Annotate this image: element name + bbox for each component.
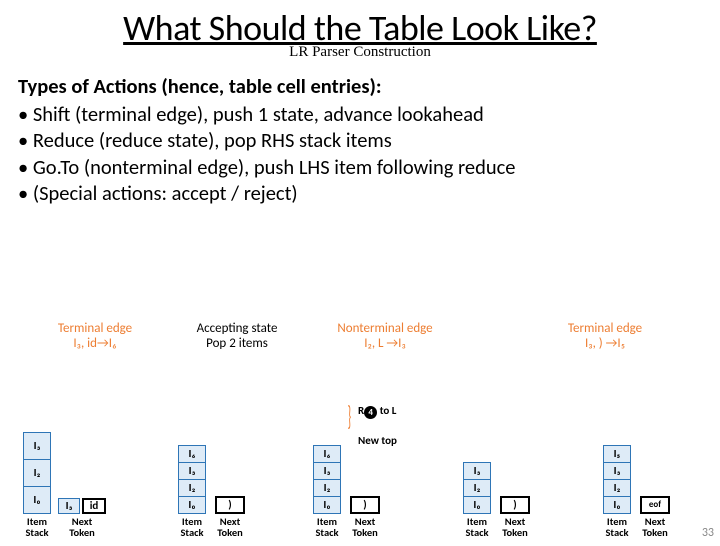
lead-text: Types of Actions (hence, table cell entr… [18, 73, 702, 99]
diagram-area: Terminal edge I₃, id→I₆ Accepting state … [0, 316, 720, 546]
stack-cell: I₀ [463, 496, 491, 514]
stack-cell: I₀ [603, 496, 631, 514]
label-line: I₃, ) →I₅ [540, 337, 670, 352]
next-label: NextToken [638, 516, 672, 538]
label-line: Accepting state [172, 322, 302, 337]
col3-label: Nonterminal edge I₂, L →I₃ [320, 322, 450, 352]
stack-cell: I₆ [313, 445, 341, 463]
item-stack: I₀ I₂ I₃ [20, 433, 54, 514]
stack-label: ItemStack [600, 516, 634, 538]
next-token: eof [640, 496, 670, 514]
bullet-item: Shift (terminal edge), push 1 state, adv… [18, 101, 702, 127]
newtop-annotation: New top [358, 434, 397, 447]
item-stack: I₀ I₂ I₃ [460, 463, 494, 514]
stack-cell: I₂ [178, 479, 206, 497]
stack-cell: I₀ [23, 486, 51, 514]
stack-cell: I₃ [603, 462, 631, 480]
stack-cell: I₂ [603, 479, 631, 497]
stack-col-4: I₀ I₂ I₃ ItemStack ) NextToken [460, 463, 532, 538]
side-token: id [82, 498, 106, 514]
col4-label: Terminal edge I₃, ) →I₅ [540, 322, 670, 352]
item-stack: I₀ I₂ I₃ I₆ [310, 446, 344, 514]
stack-label: ItemStack [20, 516, 54, 538]
stack-col-1: I₀ I₂ I₃ ItemStack I₃ id NextToken [20, 433, 106, 538]
stack-cell: I₃ [313, 462, 341, 480]
stack-cell: I₂ [23, 459, 51, 487]
col1-label: Terminal edge I₃, id→I₆ [30, 322, 160, 352]
next-token: ) [500, 496, 530, 514]
page-number: 33 [702, 526, 714, 540]
stack-label: ItemStack [460, 516, 494, 538]
next-label: NextToken [498, 516, 532, 538]
stack-cell: I₂ [313, 479, 341, 497]
stack-cell: I₀ [178, 496, 206, 514]
next-label: NextToken [348, 516, 382, 538]
content-block: Types of Actions (hence, table cell entr… [0, 61, 720, 206]
stack-cell: I₃ [23, 432, 51, 460]
stack-col-2: I₀ I₂ I₃ I₆ ItemStack ) NextToken [175, 446, 247, 538]
slide-subtitle: LR Parser Construction [0, 44, 720, 61]
next-token: ) [350, 496, 380, 514]
bullet-item: Go.To (nonterminal edge), push LHS item … [18, 154, 702, 180]
stack-label: ItemStack [175, 516, 209, 538]
label-line: I₃, id→I₆ [30, 337, 160, 352]
stack-cell: I₆ [178, 445, 206, 463]
stack-cell: I₀ [313, 496, 341, 514]
label-line: Nonterminal edge [320, 322, 450, 337]
label-line: Terminal edge [30, 322, 160, 337]
bullet-item: (Special actions: accept / reject) [18, 180, 702, 206]
label-line: Terminal edge [540, 322, 670, 337]
next-token: ) [215, 496, 245, 514]
label-line: I₂, L →I₃ [320, 337, 450, 352]
next-label: NextToken [65, 516, 99, 538]
stack-cell: I₃ [463, 462, 491, 480]
annot-text: to L [377, 404, 396, 417]
stack-cell: I₃ [178, 462, 206, 480]
item-stack: I₀ I₂ I₃ I₆ [175, 446, 209, 514]
side-cell: I₃ [58, 498, 80, 514]
stack-col-5: I₀ I₂ I₃ I₅ ItemStack eof NextToken [600, 446, 672, 538]
brace-icon: } [348, 398, 352, 433]
rule-number-icon: 4 [364, 406, 377, 419]
label-line: Pop 2 items [172, 337, 302, 352]
col2-label: Accepting state Pop 2 items [172, 322, 302, 352]
stack-cell: I₂ [463, 479, 491, 497]
stack-cell: I₅ [603, 445, 631, 463]
bullet-list: Shift (terminal edge), push 1 state, adv… [18, 101, 702, 206]
item-stack: I₀ I₂ I₃ I₅ [600, 446, 634, 514]
stack-col-3: I₀ I₂ I₃ I₆ ItemStack ) NextToken [310, 446, 382, 538]
next-label: NextToken [213, 516, 247, 538]
reduce-annotation: R4 to L [358, 404, 396, 418]
stack-label: ItemStack [310, 516, 344, 538]
bullet-item: Reduce (reduce state), pop RHS stack ite… [18, 127, 702, 153]
